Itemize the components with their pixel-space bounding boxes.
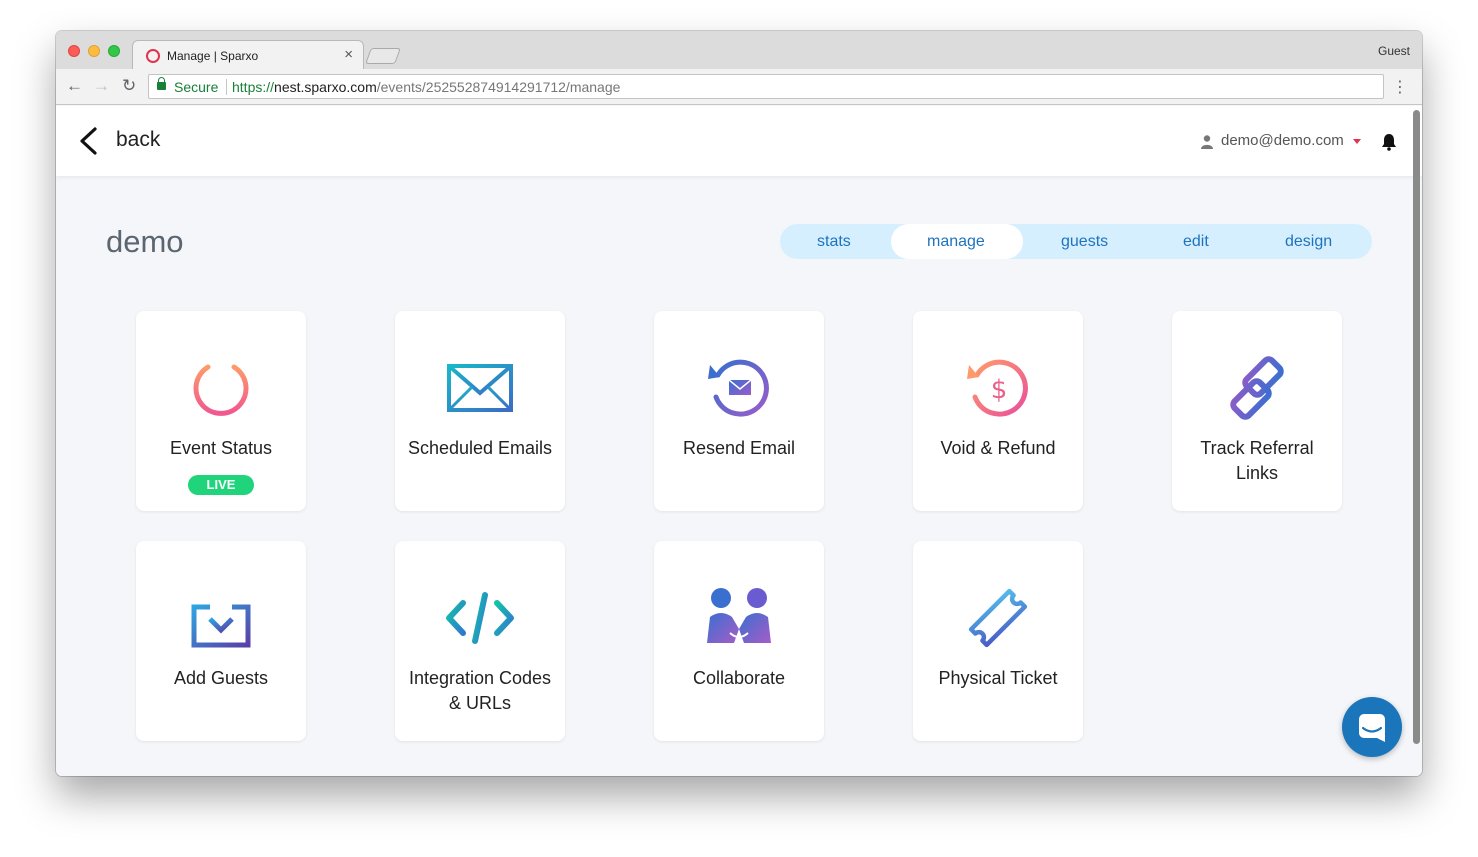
url-text[interactable]: https://nest.sparxo.com/events/252552874… (232, 79, 620, 95)
secure-label: Secure (174, 79, 219, 95)
event-title: demo (106, 224, 184, 259)
page-scrollbar[interactable] (1413, 110, 1420, 744)
chat-icon (1359, 714, 1385, 742)
download-icon (191, 589, 251, 648)
omnibox-divider (226, 79, 227, 95)
card-integration-codes[interactable]: Integration Codes & URLs (395, 541, 565, 741)
reload-icon[interactable]: ↻ (122, 76, 136, 96)
tab-guests[interactable]: guests (1061, 233, 1108, 251)
card-label: Resend Email (682, 438, 796, 458)
new-tab-button[interactable] (365, 48, 401, 64)
back-arrow-icon[interactable]: ← (66, 76, 83, 96)
browser-window: Manage | Sparxo × Guest ← → ↻ Secure htt… (56, 31, 1422, 776)
lock-icon (157, 77, 166, 90)
card-resend-email[interactable]: Resend Email (654, 311, 824, 511)
card-event-status[interactable]: Event Status LIVE (136, 311, 306, 511)
forward-arrow-icon[interactable]: → (93, 76, 110, 96)
card-label: Add Guests (173, 668, 269, 688)
tab-design[interactable]: design (1285, 233, 1332, 251)
user-email[interactable]: demo@demo.com (1221, 132, 1344, 149)
chevron-left-icon[interactable] (78, 127, 98, 155)
envelope-icon (447, 364, 513, 412)
caret-down-icon[interactable] (1353, 139, 1361, 144)
card-collaborate[interactable]: Collaborate (654, 541, 824, 741)
tab-close-icon[interactable]: × (344, 46, 353, 63)
profile-label[interactable]: Guest (1378, 44, 1410, 58)
card-label: Integration Codes & URLs (408, 668, 552, 713)
collaborate-icon (707, 588, 771, 643)
chat-launcher-button[interactable] (1342, 697, 1402, 757)
card-track-referral-links[interactable]: Track Referral Links (1172, 311, 1342, 511)
url-host: nest.sparxo.com (274, 79, 377, 95)
tab-manage[interactable]: manage (927, 233, 985, 251)
power-icon (193, 353, 249, 416)
tab-title: Manage | Sparxo (167, 49, 259, 63)
card-label: Event Status (169, 438, 273, 458)
ticket-icon (968, 588, 1028, 648)
sparxo-favicon-icon (146, 49, 160, 63)
card-physical-ticket[interactable]: Physical Ticket (913, 541, 1083, 741)
maximize-window-button[interactable] (108, 45, 120, 57)
card-add-guests[interactable]: Add Guests (136, 541, 306, 741)
url-scheme: https:// (232, 79, 275, 95)
card-label: Collaborate (692, 668, 786, 688)
card-scheduled-emails[interactable]: Scheduled Emails (395, 311, 565, 511)
code-icon (446, 592, 514, 644)
tab-stats[interactable]: stats (817, 233, 851, 251)
svg-text:$: $ (991, 375, 1008, 405)
browser-toolbar: ← → ↻ Secure https://nest.sparxo.com/eve… (56, 69, 1422, 105)
minimize-window-button[interactable] (88, 45, 100, 57)
card-label: Scheduled Emails (407, 438, 553, 458)
browser-tab[interactable]: Manage | Sparxo × (132, 40, 364, 70)
resend-email-icon (708, 359, 769, 417)
link-icon (1230, 356, 1284, 420)
title-bar: Manage | Sparxo × Guest (56, 31, 1422, 70)
user-icon (1201, 135, 1213, 149)
live-status-badge: LIVE (188, 475, 254, 495)
address-bar[interactable]: Secure https://nest.sparxo.com/events/25… (148, 74, 1384, 99)
event-tabs: stats manage guests edit design (780, 224, 1372, 259)
close-window-button[interactable] (68, 45, 80, 57)
tab-edit[interactable]: edit (1183, 233, 1209, 251)
url-path: /events/252552874914291712/manage (376, 79, 621, 95)
card-label: Physical Ticket (938, 668, 1058, 688)
page-content: back demo@demo.com demo stats manage gue… (56, 106, 1422, 776)
card-label: Track Referral Links (1200, 438, 1314, 483)
card-label: Void & Refund (940, 438, 1056, 458)
menu-kebab-icon[interactable]: ⋮ (1392, 77, 1408, 97)
back-link[interactable]: back (116, 128, 160, 152)
refund-icon: $ (967, 359, 1028, 417)
bell-icon[interactable] (1381, 133, 1397, 151)
card-void-refund[interactable]: $ Void & Refund (913, 311, 1083, 511)
app-header: back demo@demo.com (56, 106, 1422, 176)
